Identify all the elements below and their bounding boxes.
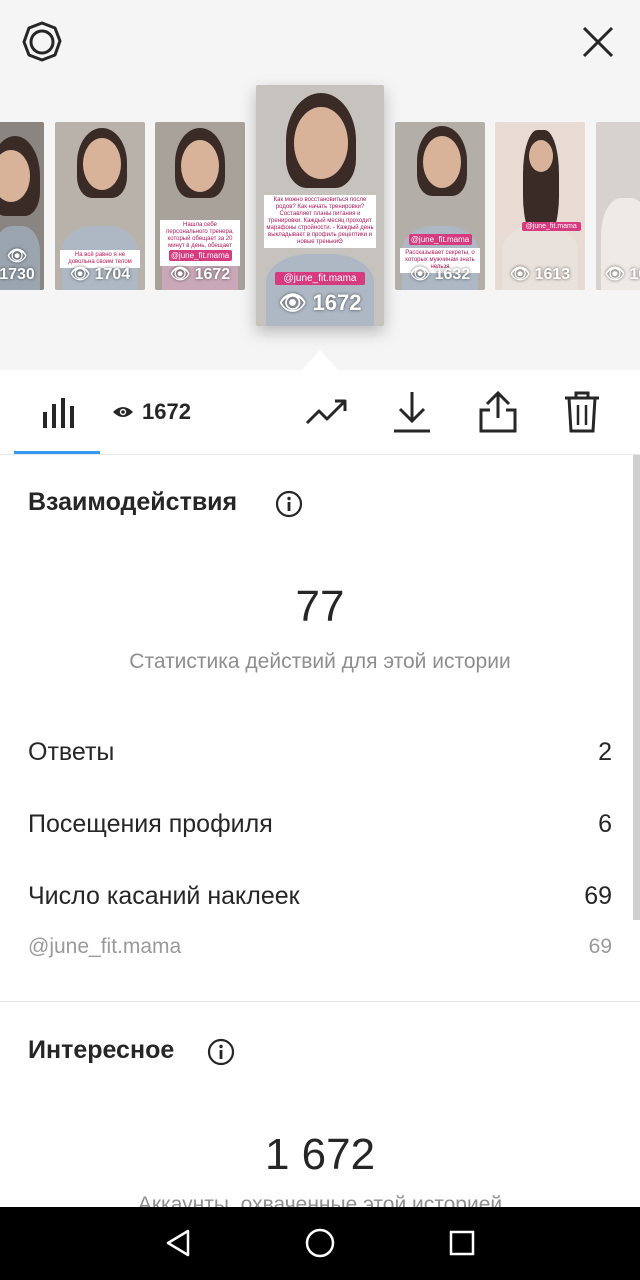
story-carousel-area: 👁 1730 На всё равно я не довольна своим … — [0, 0, 640, 370]
discovery-title: Интересное — [28, 1036, 175, 1064]
recents-icon[interactable] — [444, 1225, 480, 1261]
stat-label: Ответы — [28, 737, 115, 766]
story-thumbnail-selected[interactable]: Как можно восстановиться после родов? Ка… — [256, 85, 384, 326]
mention-sticker: @june_fit.mama — [522, 222, 581, 231]
stat-row-profile-visits: Посещения профиля 6 — [28, 806, 612, 842]
discovery-total: 1 672 — [264, 1130, 376, 1179]
info-icon[interactable] — [207, 1038, 235, 1066]
story-view-count: 👁 1672 — [169, 266, 231, 283]
back-icon[interactable] — [160, 1225, 196, 1261]
story-thumbnail[interactable]: @june_fit.mama 👁 1613 — [495, 122, 585, 290]
stat-label: Посещения профиля — [28, 809, 273, 838]
share-icon[interactable] — [476, 390, 520, 434]
story-thumbnail[interactable]: 👁 1730 — [0, 122, 44, 290]
story-thumbnail[interactable]: @june_fit.mama Рассказывает секреты, о к… — [395, 122, 485, 290]
download-icon[interactable] — [390, 390, 434, 434]
stat-value: 2 — [598, 737, 612, 766]
stat-value: 6 — [598, 809, 612, 838]
views-counter[interactable]: 1672 — [112, 390, 212, 434]
active-tab-indicator — [14, 451, 100, 454]
stat-row-replies: Ответы 2 — [28, 734, 612, 770]
story-view-count: 👁 1704 — [69, 266, 131, 283]
trash-icon[interactable] — [560, 390, 604, 434]
settings-gear-icon[interactable] — [20, 20, 64, 64]
eye-icon — [113, 407, 133, 417]
mention-sticker: @june_fit.mama — [408, 234, 472, 245]
stat-value: 69 — [588, 935, 612, 958]
story-view-count: 👁 1730 — [0, 248, 35, 283]
story-view-count: 👁 1632 — [409, 266, 471, 283]
stat-row-sticker-taps: Число касаний наклеек 69 — [28, 878, 612, 914]
home-icon[interactable] — [302, 1225, 338, 1261]
selected-story-pointer — [302, 350, 338, 370]
close-icon[interactable] — [576, 20, 620, 64]
stat-label: Число касаний наклеек — [28, 881, 300, 910]
story-view-count: 👁 16 — [604, 266, 640, 283]
trending-up-icon[interactable] — [304, 390, 350, 434]
info-icon[interactable] — [275, 490, 303, 518]
interactions-subtitle: Статистика действий для этой истории — [129, 650, 511, 673]
mention-sticker: @june_fit.mama — [275, 272, 365, 285]
stat-label: @june_fit.mama — [28, 935, 182, 958]
insights-bar-chart-icon[interactable] — [36, 390, 80, 434]
system-nav-bar — [0, 1207, 640, 1280]
stat-row-mention-sticker[interactable]: @june_fit.mama 69 — [28, 929, 612, 965]
insights-toolbar: 1672 — [0, 370, 640, 455]
story-thumbnail[interactable]: 👁 16 — [596, 122, 640, 290]
story-thumbnail[interactable]: На всё равно я не довольна своим телом 👁… — [55, 122, 145, 290]
mention-sticker: @june_fit.mama — [168, 250, 232, 261]
story-thumbnail[interactable]: Нашла себе персонального тренера, которы… — [155, 122, 245, 290]
interactions-title: Взаимодействия — [28, 488, 238, 516]
scrollbar[interactable] — [633, 455, 640, 920]
story-thumbnail-strip: 👁 1730 На всё равно я не довольна своим … — [0, 85, 640, 330]
discovery-subtitle: Аккаунты, охваченные этой историей — [137, 1193, 503, 1207]
interactions-total: 77 — [295, 582, 345, 631]
story-caption: Как можно восстановиться после родов? Ка… — [263, 195, 377, 248]
views-count: 1672 — [142, 399, 191, 424]
story-view-count: 👁 1613 — [509, 266, 571, 283]
story-view-count: 👁 1672 — [278, 290, 362, 315]
section-divider — [0, 1001, 640, 1002]
stat-value: 69 — [584, 881, 612, 910]
